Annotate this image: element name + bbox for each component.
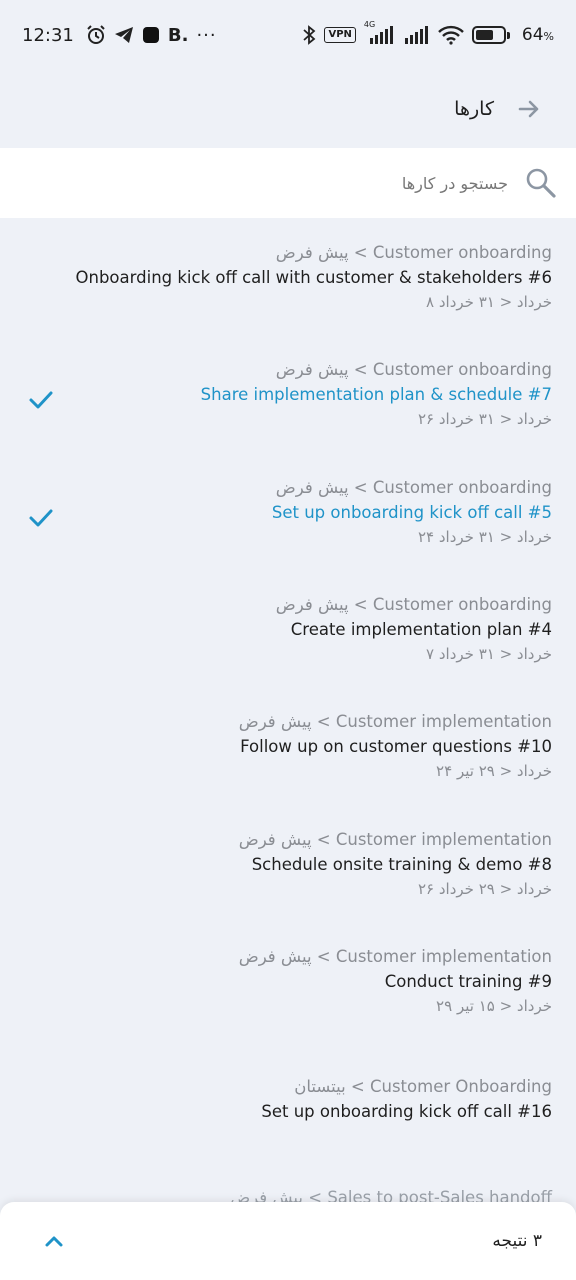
check-icon[interactable]: [28, 505, 54, 531]
task-item[interactable]: بیتستان < Customer Onboarding Set up onb…: [0, 1074, 576, 1124]
wifi-icon: [438, 25, 464, 45]
battery-icon: [471, 26, 510, 44]
task-dates: ۷ خرداد < ۳۱ خرداد: [426, 645, 552, 663]
task-dates: ۲۶ خرداد < ۲۹ خرداد: [417, 880, 552, 898]
task-item[interactable]: پیش فرض < Customer implementation Conduc…: [0, 944, 576, 1019]
arrow-right-icon: [518, 100, 539, 118]
result-count: ۳ نتیجه: [492, 1231, 542, 1251]
task-path: پیش فرض < Customer onboarding: [275, 243, 552, 262]
task-title: Schedule onsite training & demo #8: [251, 855, 552, 874]
task-title: Conduct training #9: [384, 972, 552, 991]
alarm-icon: [86, 25, 106, 45]
bluetooth-icon: [302, 25, 316, 45]
task-title: Create implementation plan #4: [290, 620, 552, 639]
back-button[interactable]: [516, 96, 542, 122]
task-item[interactable]: پیش فرض < Customer onboarding Create imp…: [0, 592, 576, 667]
task-path: پیش فرض < Customer onboarding: [275, 360, 552, 379]
app-square-icon: [142, 26, 160, 44]
task-item[interactable]: پیش فرض < Customer onboarding Share impl…: [0, 357, 576, 432]
task-item[interactable]: پیش فرض < Customer implementation Follow…: [0, 709, 576, 784]
task-item[interactable]: پیش فرض < Customer onboarding Onboarding…: [0, 240, 576, 315]
status-left: 12:31 B. ···: [22, 25, 217, 46]
status-right: VPN 4G 64%: [302, 20, 554, 45]
battery-level: [475, 30, 493, 40]
task-title: Share implementation plan & schedule #7: [200, 385, 552, 404]
task-dates: ۲۹ خرداد < ۱۵ تیر: [436, 997, 552, 1015]
task-dates: ۲۶ خرداد < ۳۱ خرداد: [417, 410, 552, 428]
signal-icon: [404, 26, 430, 44]
task-title: Onboarding kick off call with customer &…: [75, 268, 552, 287]
task-path: بیتستان < Customer Onboarding: [294, 1077, 552, 1096]
task-title: Set up onboarding kick off call #5: [271, 503, 552, 522]
b-app-icon: B.: [167, 24, 189, 46]
task-dates: ۲۴ خرداد < ۳۱ خرداد: [417, 528, 552, 546]
task-title: Set up onboarding kick off call #16: [261, 1102, 552, 1121]
task-dates: ۲۴ خرداد < ۲۹ تیر: [436, 762, 552, 780]
expand-results-button[interactable]: [40, 1227, 68, 1255]
status-bar: 12:31 B. ··· VPN 4G 64%: [0, 0, 576, 70]
task-path: پیش فرض < Customer implementation: [238, 712, 552, 731]
search-bar: [0, 148, 576, 218]
task-path: پیش فرض < Customer onboarding: [275, 478, 552, 497]
task-title: Follow up on customer questions #10: [240, 737, 552, 756]
task-item[interactable]: پیش فرض < Customer onboarding Set up onb…: [0, 475, 576, 550]
status-time: 12:31: [22, 24, 74, 46]
task-path: پیش فرض < Customer onboarding: [275, 595, 552, 614]
task-path: پیش فرض < Customer implementation: [238, 830, 552, 849]
signal-4g-icon: 4G: [364, 20, 396, 44]
results-bottom-sheet: ۳ نتیجه: [0, 1202, 576, 1280]
check-icon[interactable]: [28, 387, 54, 413]
search-input[interactable]: [68, 173, 508, 193]
task-item[interactable]: پیش فرض < Customer implementation Schedu…: [0, 827, 576, 902]
telegram-icon: [114, 26, 134, 44]
page-title: کارها: [454, 98, 494, 120]
search-icon[interactable]: [524, 166, 558, 200]
chevron-up-icon: [45, 1236, 63, 1247]
task-path: پیش فرض < Customer implementation: [238, 947, 552, 966]
battery-percent: 64%: [521, 25, 554, 45]
task-dates: ۸ خرداد < ۳۱ خرداد: [426, 293, 552, 311]
more-notifications-icon: ···: [196, 24, 217, 46]
vpn-badge: VPN: [324, 27, 356, 43]
app-header: کارها: [0, 70, 576, 148]
network-type-label: 4G: [363, 20, 376, 29]
